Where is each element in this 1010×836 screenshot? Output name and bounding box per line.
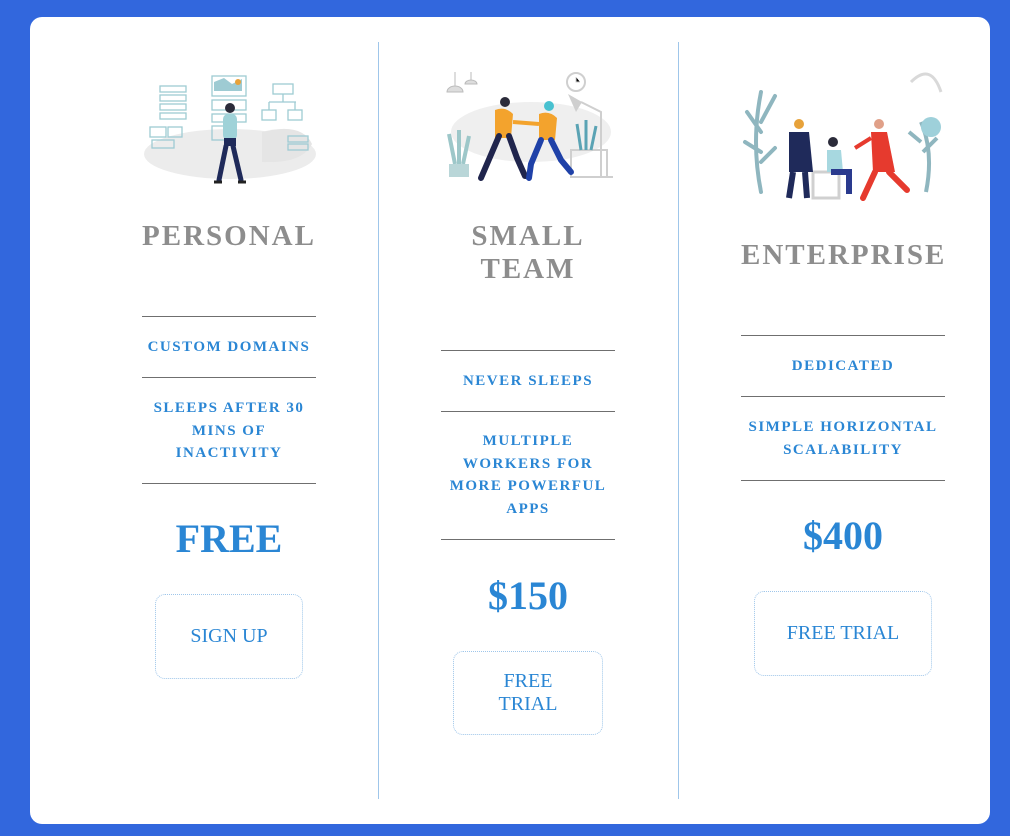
plan-small-team: SMALL TEAM NEVER SLEEPS MULTIPLE WORKERS… — [441, 17, 615, 824]
feature-item: DEDICATED — [791, 358, 895, 374]
divider-line — [441, 350, 615, 351]
divider-line — [741, 396, 945, 397]
person-with-dashboard-illustration — [144, 75, 316, 184]
pricing-card: PERSONAL CUSTOM DOMAINS SLEEPS AFTER 30 … — [30, 17, 990, 824]
divider-line — [142, 377, 316, 378]
team-walking-illustration — [446, 72, 613, 181]
plan-price: $150 — [488, 573, 568, 618]
plan-title: PERSONAL — [142, 220, 316, 252]
feature-item: NEVER SLEEPS — [462, 373, 594, 389]
divider-line — [142, 316, 316, 317]
feature-item: SIMPLE HORIZONTAL SCALABILITY — [748, 419, 938, 458]
plan-title: SMALL TEAM — [471, 220, 585, 285]
free-trial-button[interactable]: FREE TRIAL — [754, 591, 932, 676]
feature-item: MULTIPLE WORKERS FOR MORE POWERFUL APPS — [449, 433, 607, 517]
plan-personal: PERSONAL CUSTOM DOMAINS SLEEPS AFTER 30 … — [142, 17, 316, 824]
plan-price: FREE — [175, 516, 283, 561]
divider-line — [741, 480, 945, 481]
sign-up-button[interactable]: SIGN UP — [155, 594, 303, 679]
divider-line — [441, 539, 615, 540]
free-trial-button[interactable]: FREE TRIAL — [453, 651, 603, 735]
plan-title: ENTERPRISE — [741, 239, 947, 271]
divider-line — [741, 335, 945, 336]
feature-item: SLEEPS AFTER 30 MINS OF INACTIVITY — [153, 400, 305, 461]
plan-enterprise: ENTERPRISE DEDICATED SIMPLE HORIZONTAL S… — [741, 17, 945, 824]
office-meeting-illustration — [743, 72, 943, 201]
column-divider — [678, 42, 679, 799]
plan-price: $400 — [803, 513, 883, 558]
feature-item: CUSTOM DOMAINS — [147, 339, 311, 355]
divider-line — [441, 411, 615, 412]
column-divider — [378, 42, 379, 799]
divider-line — [142, 483, 316, 484]
